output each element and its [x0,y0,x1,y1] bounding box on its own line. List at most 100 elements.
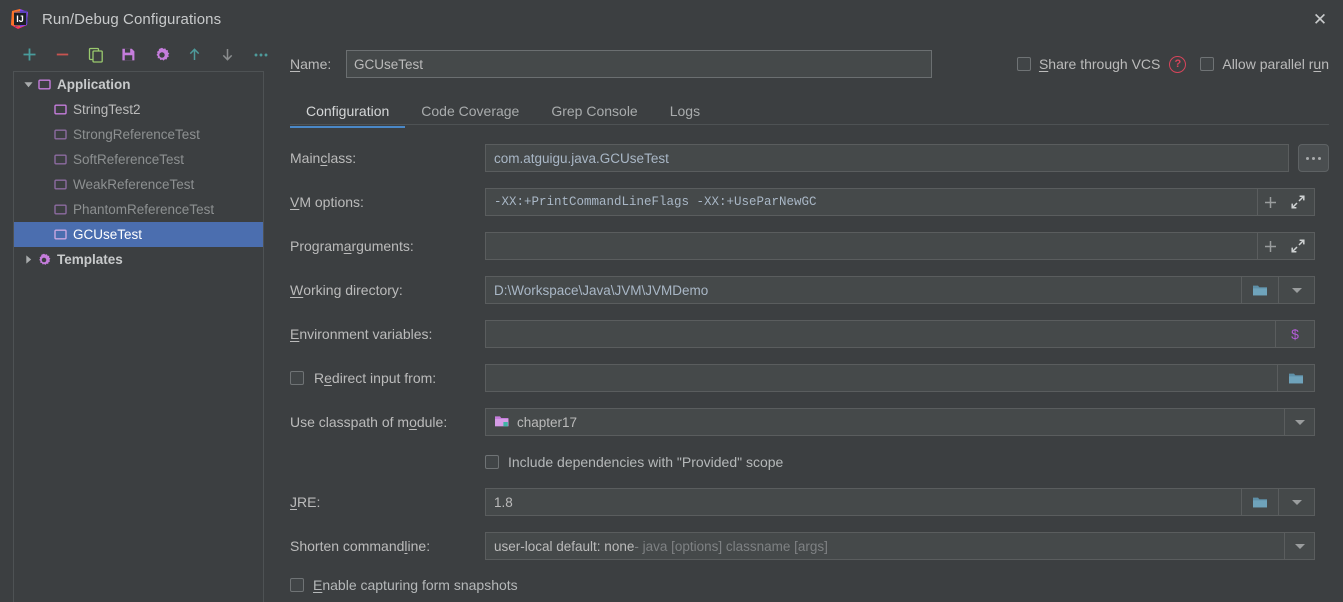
working-directory-field-wrap: D:\Workspace\Java\JVM\JVMDemo [485,276,1315,304]
run-config-icon [52,202,68,218]
allow-parallel-run-label: Allow parallel run [1222,56,1329,72]
expand-icon[interactable] [1289,193,1307,211]
tab-configuration[interactable]: Configuration [290,96,406,128]
tab-code-coverage[interactable]: Code Coverage [405,96,535,126]
redirect-input-field-wrap [485,364,1315,392]
chevron-right-icon[interactable] [20,254,36,265]
include-dependencies-label: Include dependencies with "Provided" sco… [508,454,784,470]
environment-variables-row: Environment variables: $ [276,312,1343,356]
configuration-details-panel: Name: GCUseTest Share through VCS ? Allo… [276,38,1343,602]
allow-parallel-run-checkbox-box[interactable] [1200,57,1215,71]
tab-logs[interactable]: Logs [654,96,716,126]
enable-form-snapshots-checkbox[interactable]: Enable capturing form snapshots [290,577,518,593]
tree-item-stringtest2[interactable]: StringTest2 [14,97,263,122]
svg-text:IJ: IJ [16,14,24,24]
detail-tabs[interactable]: Configuration Code Coverage Grep Console… [290,94,1329,128]
share-through-vcs-checkbox[interactable]: Share through VCS [1016,56,1161,72]
dot [1306,156,1309,160]
use-classpath-dropdown-button[interactable] [1285,408,1315,436]
jre-combobox[interactable]: 1.8 [485,488,1242,516]
name-label: Name: [290,56,332,72]
redirect-input-browse[interactable] [1278,364,1315,392]
jre-dropdown-button[interactable] [1279,488,1315,516]
add-configuration-button[interactable] [16,41,43,68]
tree-item-templates[interactable]: Templates [14,247,263,272]
main-class-browse-button[interactable] [1298,144,1329,172]
name-input[interactable]: GCUseTest [346,50,932,78]
tree-item-application[interactable]: Application [14,72,263,97]
folder-icon[interactable] [1251,281,1269,299]
program-arguments-buttons [1258,232,1315,260]
share-through-vcs-label: Share through VCS [1038,56,1161,72]
chevron-down-icon[interactable] [20,79,36,90]
jre-row: J RE: 1.8 [276,480,1343,524]
redirect-input-input[interactable] [485,364,1278,392]
working-directory-input[interactable]: D:\Workspace\Java\JVM\JVMDemo [485,276,1242,304]
folder-icon[interactable] [1287,369,1305,387]
main-class-row: Main c lass: com.atguigu.java.GCUseTest [276,136,1343,180]
working-directory-label: Working directory: [290,282,403,298]
move-down-button[interactable] [214,41,241,68]
save-configuration-button[interactable] [115,41,142,68]
shorten-command-line-dropdown-button[interactable] [1285,532,1315,560]
tree-item-softreferencetest[interactable]: SoftReferenceTest [14,147,263,172]
tree-item-label: Application [57,77,131,92]
dot [1312,156,1315,160]
include-dependencies-checkbox-box[interactable] [485,455,499,469]
configurations-panel: Application StringTest2 StrongReferenceTes… [0,38,276,602]
more-options-button[interactable] [247,41,274,68]
tree-item-label: PhantomReferenceTest [73,202,215,217]
tree-item-weakreferencetest[interactable]: WeakReferenceTest [14,172,263,197]
move-up-button[interactable] [181,41,208,68]
application-folder-icon [36,77,52,93]
tree-item-label: WeakReferenceTest [73,177,195,192]
working-directory-browse[interactable] [1242,276,1279,304]
working-directory-dropdown-button[interactable] [1279,276,1315,304]
close-icon[interactable]: ✕ [1297,0,1343,38]
use-classpath-of-module-combobox[interactable]: chapter17 [485,408,1285,436]
enable-form-snapshots-checkbox-box[interactable] [290,578,304,592]
redirect-input-label-wrap: Redirect input from: [290,356,436,400]
plus-icon[interactable] [1261,237,1279,255]
program-arguments-input[interactable] [485,232,1258,260]
environment-variables-label: Environment variables: [290,326,433,342]
tree-item-phantomreferencetest[interactable]: PhantomReferenceTest [14,197,263,222]
tree-item-label: GCUseTest [73,227,143,242]
module-folder-icon [494,414,510,430]
redirect-input-label: Redirect input from: [314,370,437,386]
expand-icon[interactable] [1289,237,1307,255]
allow-parallel-run-checkbox[interactable]: Allow parallel run [1200,56,1329,72]
vm-options-input[interactable]: -XX:+PrintCommandLineFlags -XX:+UseParNe… [485,188,1258,216]
use-classpath-of-module-value: chapter17 [517,414,578,430]
top-options: Share through VCS ? Allow parallel run [1016,48,1329,80]
configurations-tree[interactable]: Application StringTest2 StrongReferenceTes… [13,71,264,602]
redirect-input-checkbox-box[interactable] [290,371,304,385]
run-debug-configurations-dialog: IJ Run/Debug Configurations ✕ Applicatio… [0,0,1343,602]
folder-icon[interactable] [1251,493,1269,511]
include-dependencies-checkbox[interactable]: Include dependencies with "Provided" sco… [485,454,783,470]
program-arguments-field-wrap [485,232,1315,260]
dollar-macro-icon[interactable]: $ [1286,325,1304,343]
jre-label: J RE: [290,494,321,510]
plus-icon[interactable] [1261,193,1279,211]
configuration-form: Main c lass: com.atguigu.java.GCUseTest V… [276,136,1343,602]
remove-configuration-button[interactable] [49,41,76,68]
enable-form-snapshots-label: Enable capturing form snapshots [313,577,518,593]
shorten-command-line-hint: - java [options] classname [args] [634,538,828,554]
main-class-field-wrap: com.atguigu.java.GCUseTest [485,144,1289,172]
gear-icon[interactable] [148,41,175,68]
share-through-vcs-checkbox-box[interactable] [1016,57,1031,71]
vm-options-row: VM options: -XX:+PrintCommandLineFlags -… [276,180,1343,224]
tree-item-label: SoftReferenceTest [73,152,185,167]
main-class-input[interactable]: com.atguigu.java.GCUseTest [485,144,1289,172]
main-class-label: Main c lass: [290,150,357,166]
tree-item-strongreferencetest[interactable]: StrongReferenceTest [14,122,263,147]
redirect-input-checkbox[interactable]: Redirect input from: [290,370,436,386]
copy-configuration-button[interactable] [82,41,109,68]
jre-browse[interactable] [1242,488,1279,516]
tab-grep-console[interactable]: Grep Console [535,96,653,126]
tree-item-gcusetest[interactable]: GCUseTest [14,222,263,247]
environment-variables-input[interactable] [485,320,1276,348]
help-question-icon[interactable]: ? [1169,55,1187,73]
shorten-command-line-combobox[interactable]: user-local default: none - java [options… [485,532,1285,560]
